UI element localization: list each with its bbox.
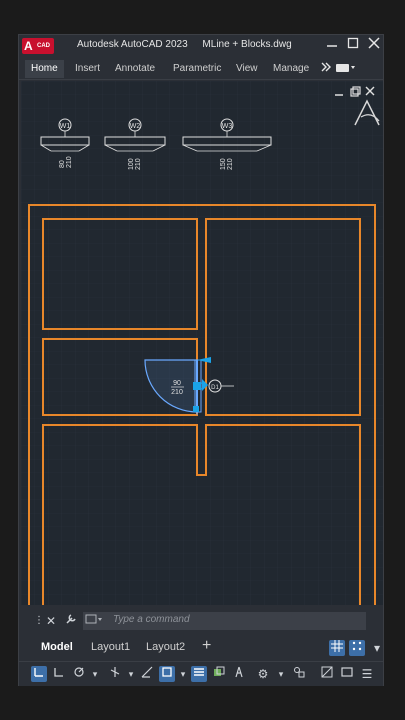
object-snap-dropdown-icon[interactable]: ▾ [175,666,191,682]
wall-tag-w2: W2 [130,123,141,130]
command-line: ⋮ ✕ Type a command [19,609,383,633]
door-width-label: 90 [173,380,181,387]
grip-end-point[interactable] [193,406,199,412]
door-tag-label: D1 [211,385,219,391]
lineweight-icon[interactable] [191,666,207,682]
video-dropdown-icon[interactable] [335,62,357,79]
wrench-icon[interactable] [63,613,79,629]
ucs-icon[interactable] [31,666,47,682]
minimize-icon[interactable] [324,37,340,53]
object-snap-tracking-icon[interactable] [139,666,155,682]
command-prompt-icon[interactable] [85,613,102,629]
fullscreen-icon[interactable] [339,666,355,682]
wall-height-w3: 210 [227,158,234,170]
hamburger-menu-icon[interactable]: ☰ [359,666,375,682]
command-input[interactable]: Type a command [83,612,366,630]
status-bar: ▾ ▾ ▾ ⚙ ▾ ☰ [19,661,383,686]
drawing-canvas[interactable]: W1 80 210 W2 100 210 W3 150 210 90 210 D… [21,81,383,605]
wall-width-w1: 80 [59,160,66,168]
settings-dropdown-icon[interactable]: ▾ [273,666,289,682]
isolate-objects-icon[interactable] [319,666,335,682]
wall-width-w3: 150 [220,158,227,170]
polar-tracking-icon[interactable] [71,666,87,682]
isometric-dropdown-icon[interactable]: ▾ [123,666,139,682]
wall-height-w2: 210 [135,158,142,170]
maximize-icon[interactable] [345,37,361,53]
tab-insert[interactable]: Insert [75,62,100,76]
tab-model[interactable]: Model [41,641,73,653]
tab-manage[interactable]: Manage [273,62,309,76]
tab-layout2[interactable]: Layout2 [146,641,185,653]
tab-layout1[interactable]: Layout1 [91,641,130,653]
snap-toggle-icon[interactable] [349,640,365,656]
title-bar: A CAD Autodesk AutoCAD 2023 MLine + Bloc… [19,35,383,57]
quick-properties-icon[interactable] [291,666,307,682]
layout-tabs: Model Layout1 Layout2 + ▾ [19,637,383,659]
drawing-svg: W1 80 210 W2 100 210 W3 150 210 90 210 D… [21,81,383,605]
wall-height-w1: 210 [66,156,73,168]
tab-view[interactable]: View [236,62,258,76]
gear-icon[interactable]: ⚙ [255,666,271,682]
close-icon[interactable] [366,37,382,53]
document-title: MLine + Blocks.dwg [202,39,292,50]
add-layout-icon[interactable]: + [202,637,211,655]
ribbon-tabs: Home Insert Annotate Parametric View Man… [19,59,383,80]
logo-text: CAD [37,43,50,49]
door-height-label: 210 [171,389,183,396]
polar-dropdown-icon[interactable]: ▾ [87,666,103,682]
window-title: Autodesk AutoCAD 2023 MLine + Blocks.dwg [77,39,292,50]
close-command-icon[interactable]: ✕ [43,613,59,629]
isometric-icon[interactable] [107,666,123,682]
logo-letter: A [24,39,33,53]
tab-parametric[interactable]: Parametric [173,62,221,76]
grid-toggle-icon[interactable] [329,640,345,656]
tab-annotate[interactable]: Annotate [115,62,155,76]
transparency-icon[interactable] [211,666,227,682]
command-placeholder: Type a command [113,614,190,625]
wall-tag-w3: W3 [222,123,233,130]
app-title: Autodesk AutoCAD 2023 [77,39,188,50]
wall-width-w2: 100 [128,158,135,170]
double-chevron-right-icon[interactable] [320,61,332,78]
snap-dropdown-icon[interactable]: ▾ [369,640,385,656]
tab-home[interactable]: Home [25,60,64,78]
drawing-grid [21,81,383,605]
annotation-scale-icon[interactable] [231,666,247,682]
ortho-icon[interactable] [51,666,67,682]
autocad-logo[interactable]: A CAD [22,38,54,54]
wall-tag-w1: W1 [60,123,71,130]
object-snap-icon[interactable] [159,666,175,682]
autocad-window: A CAD Autodesk AutoCAD 2023 MLine + Bloc… [18,34,384,686]
